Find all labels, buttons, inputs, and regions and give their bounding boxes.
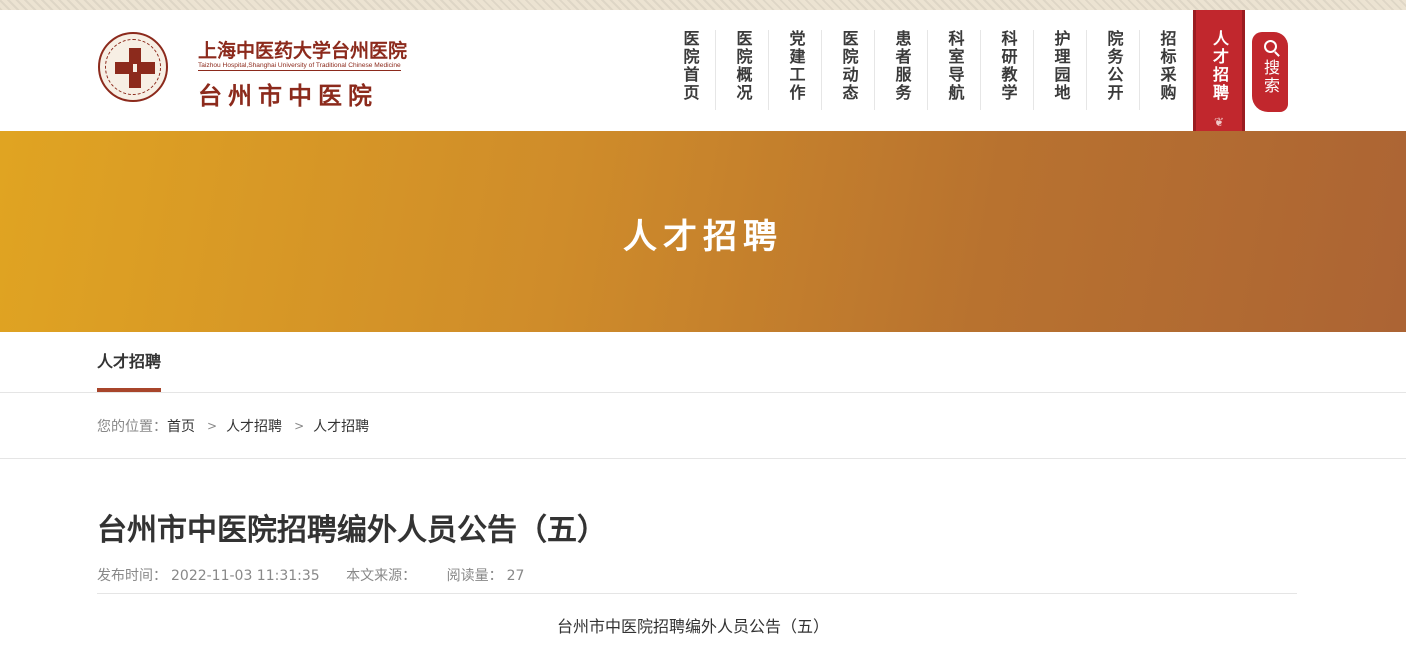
breadcrumb-home-link[interactable]: 首页 xyxy=(167,416,195,436)
breadcrumb: 您的位置： 首页 > 人才招聘 > 人才招聘 xyxy=(0,393,1406,459)
chevron-right-icon: > xyxy=(294,418,305,433)
nav-item-label: 科研教学 xyxy=(998,30,1018,102)
search-button[interactable]: 搜索 xyxy=(1252,32,1288,112)
logo-name-english: Taizhou Hospital,Shanghai University of … xyxy=(198,62,401,71)
banner-title: 人才招聘 xyxy=(623,217,783,257)
nav-item-departments[interactable]: 科室导航 xyxy=(928,30,981,130)
article-title: 台州市中医院招聘编外人员公告（五） xyxy=(97,513,607,548)
nav-item-label: 护理园地 xyxy=(1051,30,1071,102)
logo-name-line1: 上海中医药大学台州医院 xyxy=(198,40,408,62)
breadcrumb-prefix: 您的位置： xyxy=(97,418,167,435)
breadcrumb-section-link[interactable]: 人才招聘 xyxy=(226,416,282,436)
search-icon xyxy=(1263,40,1277,53)
breadcrumb-current-link[interactable]: 人才招聘 xyxy=(313,416,369,436)
nav-item-label: 院务公开 xyxy=(1104,30,1124,102)
logo-name-line2: 台州市中医院 xyxy=(198,81,378,110)
main-nav: 医院首页 医院概况 党建工作 医院动态 患者服务 科室导航 科研教学 护理园地 … xyxy=(663,10,1245,141)
top-pattern-strip xyxy=(0,0,1406,10)
ornament-icon: ❦ xyxy=(1213,115,1225,129)
nav-item-label: 科室导航 xyxy=(945,30,965,102)
nav-item-label: 患者服务 xyxy=(892,30,912,102)
nav-item-recruitment[interactable]: 人才招聘 ❦ xyxy=(1193,10,1245,141)
source-label: 本文来源： xyxy=(346,568,417,584)
hospital-seal-icon xyxy=(98,32,168,102)
tab-recruitment[interactable]: 人才招聘 xyxy=(97,332,161,392)
nav-item-label: 医院首页 xyxy=(680,30,700,102)
nav-item-label: 医院动态 xyxy=(839,30,859,102)
tab-label: 人才招聘 xyxy=(97,352,162,371)
nav-item-overview[interactable]: 医院概况 xyxy=(716,30,769,130)
sub-nav: 人才招聘 xyxy=(0,332,1406,393)
nav-item-party[interactable]: 党建工作 xyxy=(769,30,822,130)
nav-item-affairs[interactable]: 院务公开 xyxy=(1087,30,1140,130)
site-header: 上海中医药大学台州医院 Taizhou Hospital,Shanghai Un… xyxy=(0,10,1406,141)
chevron-right-icon: > xyxy=(207,418,218,433)
nav-item-nursing[interactable]: 护理园地 xyxy=(1034,30,1087,130)
publish-time: 2022-11-03 11:31:35 xyxy=(171,568,320,584)
nav-item-news[interactable]: 医院动态 xyxy=(822,30,875,130)
nav-item-label: 招标采购 xyxy=(1157,30,1177,102)
nav-item-procurement[interactable]: 招标采购 xyxy=(1140,30,1193,130)
nav-item-home[interactable]: 医院首页 xyxy=(663,30,716,130)
nav-item-label: 医院概况 xyxy=(733,30,753,102)
meta-divider xyxy=(97,593,1297,594)
nav-item-label: 党建工作 xyxy=(786,30,806,102)
page-banner: 人才招聘 xyxy=(0,131,1406,332)
views-label: 阅读量： xyxy=(446,568,503,584)
views-count: 27 xyxy=(506,568,525,584)
article-body-heading: 台州市中医院招聘编外人员公告（五） xyxy=(556,617,829,636)
publish-label: 发布时间： xyxy=(97,568,167,584)
nav-item-research[interactable]: 科研教学 xyxy=(981,30,1034,130)
article-meta: 发布时间： 2022-11-03 11:31:35 本文来源： 阅读量： 27 xyxy=(97,565,528,585)
site-logo[interactable]: 上海中医药大学台州医院 Taizhou Hospital,Shanghai Un… xyxy=(98,32,408,110)
search-label: 搜索 xyxy=(1261,59,1280,95)
nav-item-patient-service[interactable]: 患者服务 xyxy=(875,30,928,130)
